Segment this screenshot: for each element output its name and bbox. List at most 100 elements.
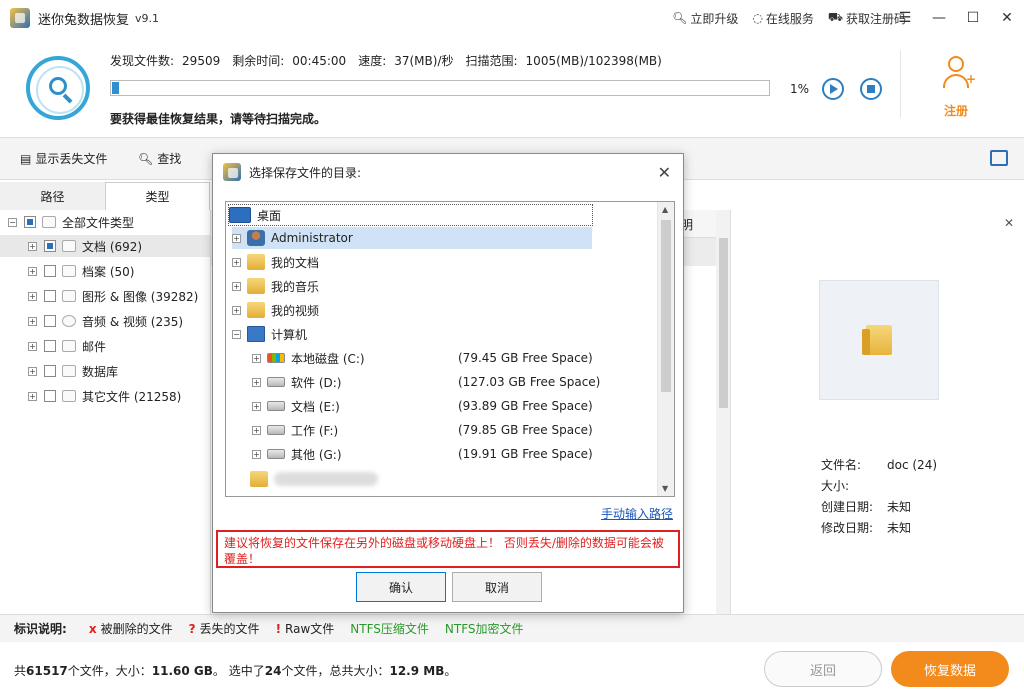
video-folder-icon — [247, 302, 265, 318]
drive-f-free-space: (79.85 GB Free Space) — [458, 423, 593, 437]
app-version: v9.1 — [135, 11, 160, 25]
close-button[interactable]: ✕ — [990, 0, 1024, 36]
close-preview-icon[interactable]: ✕ — [1004, 216, 1014, 230]
legend-raw: ! Raw文件 — [275, 621, 335, 637]
expand-icon[interactable]: + — [232, 257, 241, 267]
expand-icon[interactable]: + — [28, 366, 37, 376]
tree-item-drive-g[interactable]: + 其他 (G:) — [252, 443, 342, 465]
maximize-button[interactable]: ☐ — [956, 0, 990, 36]
expand-icon[interactable]: + — [252, 377, 261, 387]
drive-c-free-space: (79.45 GB Free Space) — [458, 351, 593, 365]
tree-checkbox[interactable] — [24, 216, 36, 228]
expand-icon[interactable]: + — [252, 401, 261, 411]
desktop-icon — [229, 207, 251, 223]
menu-button[interactable]: ☰ — [888, 0, 922, 36]
tree-item-audio-video[interactable]: + 音频 & 视频 (235) — [28, 310, 183, 332]
dialog-title: 选择保存文件的目录: — [249, 165, 362, 180]
tab-type[interactable]: 类型 — [105, 182, 210, 210]
tree-item-archives[interactable]: + 档案 (50) — [28, 260, 134, 282]
export-icon[interactable] — [990, 150, 1008, 166]
expand-icon[interactable]: + — [232, 305, 241, 315]
minimize-button[interactable]: — — [922, 0, 956, 36]
folder-tree-scrollbar[interactable]: ▲ ▼ — [657, 202, 674, 496]
expand-icon[interactable]: + — [252, 353, 261, 363]
manual-path-link[interactable]: 手动输入路径 — [601, 505, 673, 522]
search-button[interactable]: 🔍︎ 查找 — [138, 150, 181, 167]
tree-item-database[interactable]: + 数据库 — [28, 360, 118, 382]
tree-item-my-videos[interactable]: + 我的视频 — [232, 299, 319, 321]
tab-path[interactable]: 路径 — [0, 182, 105, 210]
title-bar: 迷你兔数据恢复 v9.1 🔍︎ 立即升级 ◌ 在线服务 ⛟ 获取注册码 ☰ — ☐ ✕ — [0, 0, 1024, 36]
drive-d-free-space: (127.03 GB Free Space) — [458, 375, 601, 389]
upgrade-link[interactable]: 🔍︎ 立即升级 — [672, 10, 738, 27]
scan-stats: 发现文件数: 29509 剩余时间: 00:45:00 速度: 37(MB)/秒 扫描… — [110, 52, 662, 69]
expand-icon[interactable]: + — [232, 281, 241, 291]
legend-lost: ? 丢失的文件 — [188, 621, 260, 637]
tree-item-drive-d[interactable]: + 软件 (D:) — [252, 371, 341, 393]
expand-icon[interactable]: + — [28, 266, 37, 276]
tree-item-my-music[interactable]: + 我的音乐 — [232, 275, 319, 297]
cart-icon: ⛟ — [827, 10, 843, 24]
tree-checkbox[interactable] — [44, 240, 56, 252]
remaining-time-stat: 剩余时间: 00:45:00 — [232, 54, 347, 68]
expand-icon[interactable]: + — [28, 241, 37, 251]
scan-panel: 发现文件数: 29509 剩余时间: 00:45:00 速度: 37(MB)/秒 扫描… — [0, 36, 1024, 138]
progress-percent: 1% — [790, 82, 810, 96]
tree-checkbox[interactable] — [44, 265, 56, 277]
tree-item-other[interactable]: + 其它文件 (21258) — [28, 385, 181, 407]
preview-panel: ✕ 文件名: doc (24) 大小: 创建日期: 未知 修改日期: 未知 — [730, 210, 1024, 614]
expand-icon[interactable]: + — [28, 341, 37, 351]
register-user-icon[interactable]: + — [942, 56, 976, 90]
cancel-button[interactable]: 取消 — [452, 572, 542, 602]
folder-icon — [862, 325, 892, 355]
expand-icon[interactable]: + — [252, 449, 261, 459]
tree-item-my-documents[interactable]: + 我的文档 — [232, 251, 319, 273]
tree-checkbox[interactable] — [44, 390, 56, 402]
expand-icon[interactable]: + — [232, 233, 241, 243]
show-lost-files-button[interactable]: ▤ 显示丢失文件 — [20, 150, 107, 167]
play-icon[interactable] — [822, 78, 844, 100]
back-button[interactable]: 返回 — [764, 651, 882, 687]
tree-item-documents[interactable]: + 文档 (692) — [0, 235, 210, 257]
confirm-button[interactable]: 确认 — [356, 572, 446, 602]
user-folder-icon — [247, 230, 265, 246]
scan-progress-fill — [112, 82, 119, 94]
scroll-down-icon[interactable]: ▼ — [662, 484, 668, 493]
drive-e-free-space: (93.89 GB Free Space) — [458, 399, 593, 413]
tree-checkbox[interactable] — [44, 315, 56, 327]
list-scrollbar[interactable] — [716, 210, 731, 614]
folder-tree: 桌面 + Administrator + 我的文档 + 我的音乐 + 我的视频 … — [225, 201, 675, 497]
tree-checkbox[interactable] — [44, 340, 56, 352]
tree-root[interactable]: − 全部文件类型 — [8, 211, 134, 233]
expand-icon[interactable]: + — [28, 291, 37, 301]
tree-item-drive-e[interactable]: + 文档 (E:) — [252, 395, 340, 417]
system-drive-icon — [267, 353, 285, 363]
expand-icon[interactable]: + — [252, 425, 261, 435]
stop-icon[interactable] — [860, 78, 882, 100]
scan-progress-bar — [110, 80, 770, 96]
collapse-icon[interactable]: − — [8, 217, 17, 227]
tree-checkbox[interactable] — [44, 290, 56, 302]
expand-icon[interactable]: + — [28, 316, 37, 326]
register-button[interactable]: 注册 — [944, 102, 968, 119]
scroll-up-icon[interactable]: ▲ — [662, 205, 668, 214]
tree-item-drive-f[interactable]: + 工作 (F:) — [252, 419, 338, 441]
divider — [900, 50, 901, 118]
tree-item-images[interactable]: + 图形 & 图像 (39282) — [28, 285, 198, 307]
recover-button[interactable]: 恢复数据 — [891, 651, 1009, 687]
tree-item-drive-c[interactable]: + 本地磁盘 (C:) — [252, 347, 365, 369]
online-service-link[interactable]: ◌ 在线服务 — [752, 10, 814, 27]
folder-icon — [62, 390, 76, 402]
tree-item-blurred-folder[interactable] — [250, 468, 378, 490]
tree-item-computer[interactable]: − 计算机 — [232, 323, 307, 345]
tree-item-email[interactable]: + 邮件 — [28, 335, 106, 357]
expand-icon[interactable]: + — [28, 391, 37, 401]
tree-checkbox[interactable] — [44, 365, 56, 377]
collapse-icon[interactable]: − — [232, 329, 241, 339]
dialog-close-icon[interactable]: ✕ — [658, 163, 671, 182]
tree-item-administrator[interactable]: + Administrator — [232, 227, 592, 249]
save-directory-dialog: 选择保存文件的目录: ✕ 桌面 + Administrator + 我的文档 +… — [212, 153, 684, 613]
tree-item-desktop[interactable]: 桌面 — [228, 204, 593, 226]
search-icon: 🔍︎ — [138, 151, 154, 166]
file-type-tree: − 全部文件类型 + 文档 (692) + 档案 (50) + 图形 & 图像 … — [0, 210, 210, 614]
